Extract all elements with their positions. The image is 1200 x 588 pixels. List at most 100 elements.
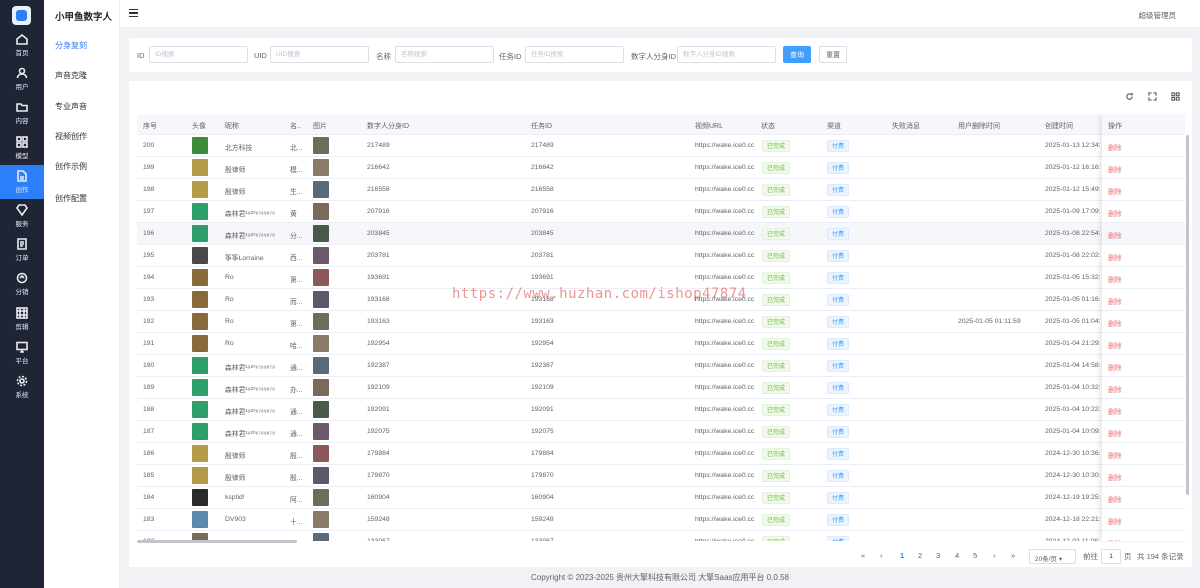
column-header-4[interactable]: 图片 [313, 121, 327, 131]
rail-item-8[interactable]: 剪辑 [0, 302, 44, 336]
submenu-item-2[interactable]: 专业声音 [55, 101, 87, 112]
delete-button[interactable]: 删除 [1108, 274, 1122, 284]
delete-button[interactable]: 删除 [1108, 252, 1122, 262]
thumbnail-image[interactable] [313, 137, 329, 154]
page-5[interactable]: 5 [973, 551, 977, 560]
menu-toggle-icon[interactable] [129, 9, 138, 18]
columns-setting-icon[interactable] [1171, 92, 1182, 103]
delete-button[interactable]: 删除 [1108, 318, 1122, 328]
thumbnail-image[interactable] [313, 225, 329, 242]
avatar[interactable] [192, 511, 208, 528]
avatar[interactable] [192, 159, 208, 176]
fullscreen-icon[interactable] [1148, 92, 1159, 103]
column-header-0[interactable]: 序号 [143, 121, 157, 131]
thumbnail-image[interactable] [313, 291, 329, 308]
delete-button[interactable]: 删除 [1108, 230, 1122, 240]
column-header-8[interactable]: 状态 [761, 121, 775, 131]
cell-video-url[interactable]: https://wake.ice0.cc [695, 142, 754, 149]
avatar[interactable] [192, 225, 208, 242]
rail-item-4[interactable]: 创作 [0, 165, 44, 199]
avatar[interactable] [192, 423, 208, 440]
avatar[interactable] [192, 291, 208, 308]
submenu-item-3[interactable]: 视频创作 [55, 131, 87, 142]
table-row[interactable]: 195 筝筝Lorraine 西... 203781 203781 https://wak… [137, 245, 1185, 267]
table-row[interactable]: 187 森林君¹⁹²⁰⁶⁷⁹⁹⁸⁷⁹ 通... 192075 192075 https:/… [137, 421, 1185, 443]
thumbnail-image[interactable] [313, 489, 329, 506]
thumbnail-image[interactable] [313, 335, 329, 352]
column-header-3[interactable]: 名.. [290, 121, 301, 131]
avatar[interactable] [192, 181, 208, 198]
thumbnail-image[interactable] [313, 159, 329, 176]
rail-item-2[interactable]: 内容 [0, 96, 44, 130]
cell-video-url[interactable]: https://wake.ice0.cc [695, 516, 754, 523]
avatar-id-search-input[interactable] [677, 46, 776, 63]
avatar[interactable] [192, 467, 208, 484]
delete-button[interactable]: 删除 [1108, 450, 1122, 460]
rail-item-0[interactable]: 首页 [0, 28, 44, 62]
cell-video-url[interactable]: https://wake.ice0.cc [695, 164, 754, 171]
avatar[interactable] [192, 313, 208, 330]
rail-item-1[interactable]: 用户 [0, 62, 44, 96]
page-3[interactable]: 3 [936, 551, 940, 560]
cell-video-url[interactable]: https://wake.ice0.cc [695, 384, 754, 391]
cell-video-url[interactable]: https://wake.ice0.cc [695, 318, 754, 325]
delete-button[interactable]: 删除 [1108, 494, 1122, 504]
avatar[interactable] [192, 445, 208, 462]
name-search-input[interactable] [395, 46, 494, 63]
cell-video-url[interactable]: https://wake.ice0.cc [695, 494, 754, 501]
delete-button[interactable]: 删除 [1108, 384, 1122, 394]
cell-video-url[interactable]: https://wake.ice0.cc [695, 208, 754, 215]
vertical-scrollbar[interactable] [1186, 135, 1189, 495]
delete-button[interactable]: 删除 [1108, 406, 1122, 416]
delete-button[interactable]: 删除 [1108, 516, 1122, 526]
delete-button[interactable]: 删除 [1108, 296, 1122, 306]
thumbnail-image[interactable] [313, 401, 329, 418]
last-page-icon[interactable]: » [1011, 551, 1015, 560]
delete-button[interactable]: 删除 [1108, 472, 1122, 482]
column-header-6[interactable]: 任务ID [531, 121, 552, 131]
table-row[interactable]: 183 DV903 十... 159248 159248 https://wake.ice… [137, 509, 1185, 531]
delete-button[interactable]: 删除 [1108, 142, 1122, 152]
table-row[interactable]: 200 北方科技 北... 217489 217489 https://wake.ice0… [137, 135, 1185, 157]
avatar[interactable] [192, 247, 208, 264]
delete-button[interactable]: 删除 [1108, 186, 1122, 196]
table-row[interactable]: 184 ksptid! 阿... 160904 160904 https://wake.i… [137, 487, 1185, 509]
next-page-icon[interactable]: › [993, 551, 996, 560]
table-row[interactable]: 188 森林君¹⁹²⁰⁶⁷⁹⁹⁸⁷⁹ 通... 192091 192091 https:/… [137, 399, 1185, 421]
delete-button[interactable]: 删除 [1108, 164, 1122, 174]
table-row[interactable]: 191 Ro 哈... 192954 192954 https://wake.ice0.c… [137, 333, 1185, 355]
submenu-item-1[interactable]: 声音克隆 [55, 70, 87, 81]
delete-button[interactable]: 删除 [1108, 538, 1122, 541]
table-row[interactable]: 198 殷律师 生... 216558 216558 https://wake.ice0.… [137, 179, 1185, 201]
column-header-13[interactable]: 操作 [1108, 121, 1122, 131]
avatar[interactable] [192, 335, 208, 352]
column-header-5[interactable]: 数字人分身ID [367, 121, 409, 131]
thumbnail-image[interactable] [313, 203, 329, 220]
task-id-search-input[interactable] [525, 46, 624, 63]
table-row[interactable]: 186 殷律师 殷... 179884 179884 https://wake.ice0.… [137, 443, 1185, 465]
refresh-icon[interactable] [1125, 92, 1136, 103]
rail-item-3[interactable]: 模型 [0, 131, 44, 165]
thumbnail-image[interactable] [313, 467, 329, 484]
cell-video-url[interactable]: https://wake.ice0.cc [695, 472, 754, 479]
avatar[interactable] [192, 203, 208, 220]
cell-video-url[interactable]: https://wake.ice0.cc [695, 340, 754, 347]
thumbnail-image[interactable] [313, 423, 329, 440]
thumbnail-image[interactable] [313, 511, 329, 528]
uid-search-input[interactable] [270, 46, 369, 63]
submenu-item-4[interactable]: 创作示例 [55, 161, 87, 172]
cell-video-url[interactable]: https://wake.ice0.cc [695, 428, 754, 435]
delete-button[interactable]: 删除 [1108, 208, 1122, 218]
delete-button[interactable]: 删除 [1108, 340, 1122, 350]
rail-item-9[interactable]: 平台 [0, 336, 44, 370]
page-2[interactable]: 2 [918, 551, 922, 560]
thumbnail-image[interactable] [313, 269, 329, 286]
table-row[interactable]: 190 森林君¹⁹²⁰⁶⁷⁹⁹⁸⁷⁹ 通... 192387 192387 https:/… [137, 355, 1185, 377]
table-row[interactable]: 189 森林君¹⁹²⁰⁶⁷⁹⁹⁸⁷⁹ 办... 192109 192109 https:/… [137, 377, 1185, 399]
app-logo[interactable] [12, 6, 31, 25]
search-button[interactable]: 查询 [783, 46, 811, 63]
cell-video-url[interactable]: https://wake.ice0.cc [695, 406, 754, 413]
thumbnail-image[interactable] [313, 247, 329, 264]
page-1[interactable]: 1 [900, 551, 904, 560]
thumbnail-image[interactable] [313, 533, 329, 541]
